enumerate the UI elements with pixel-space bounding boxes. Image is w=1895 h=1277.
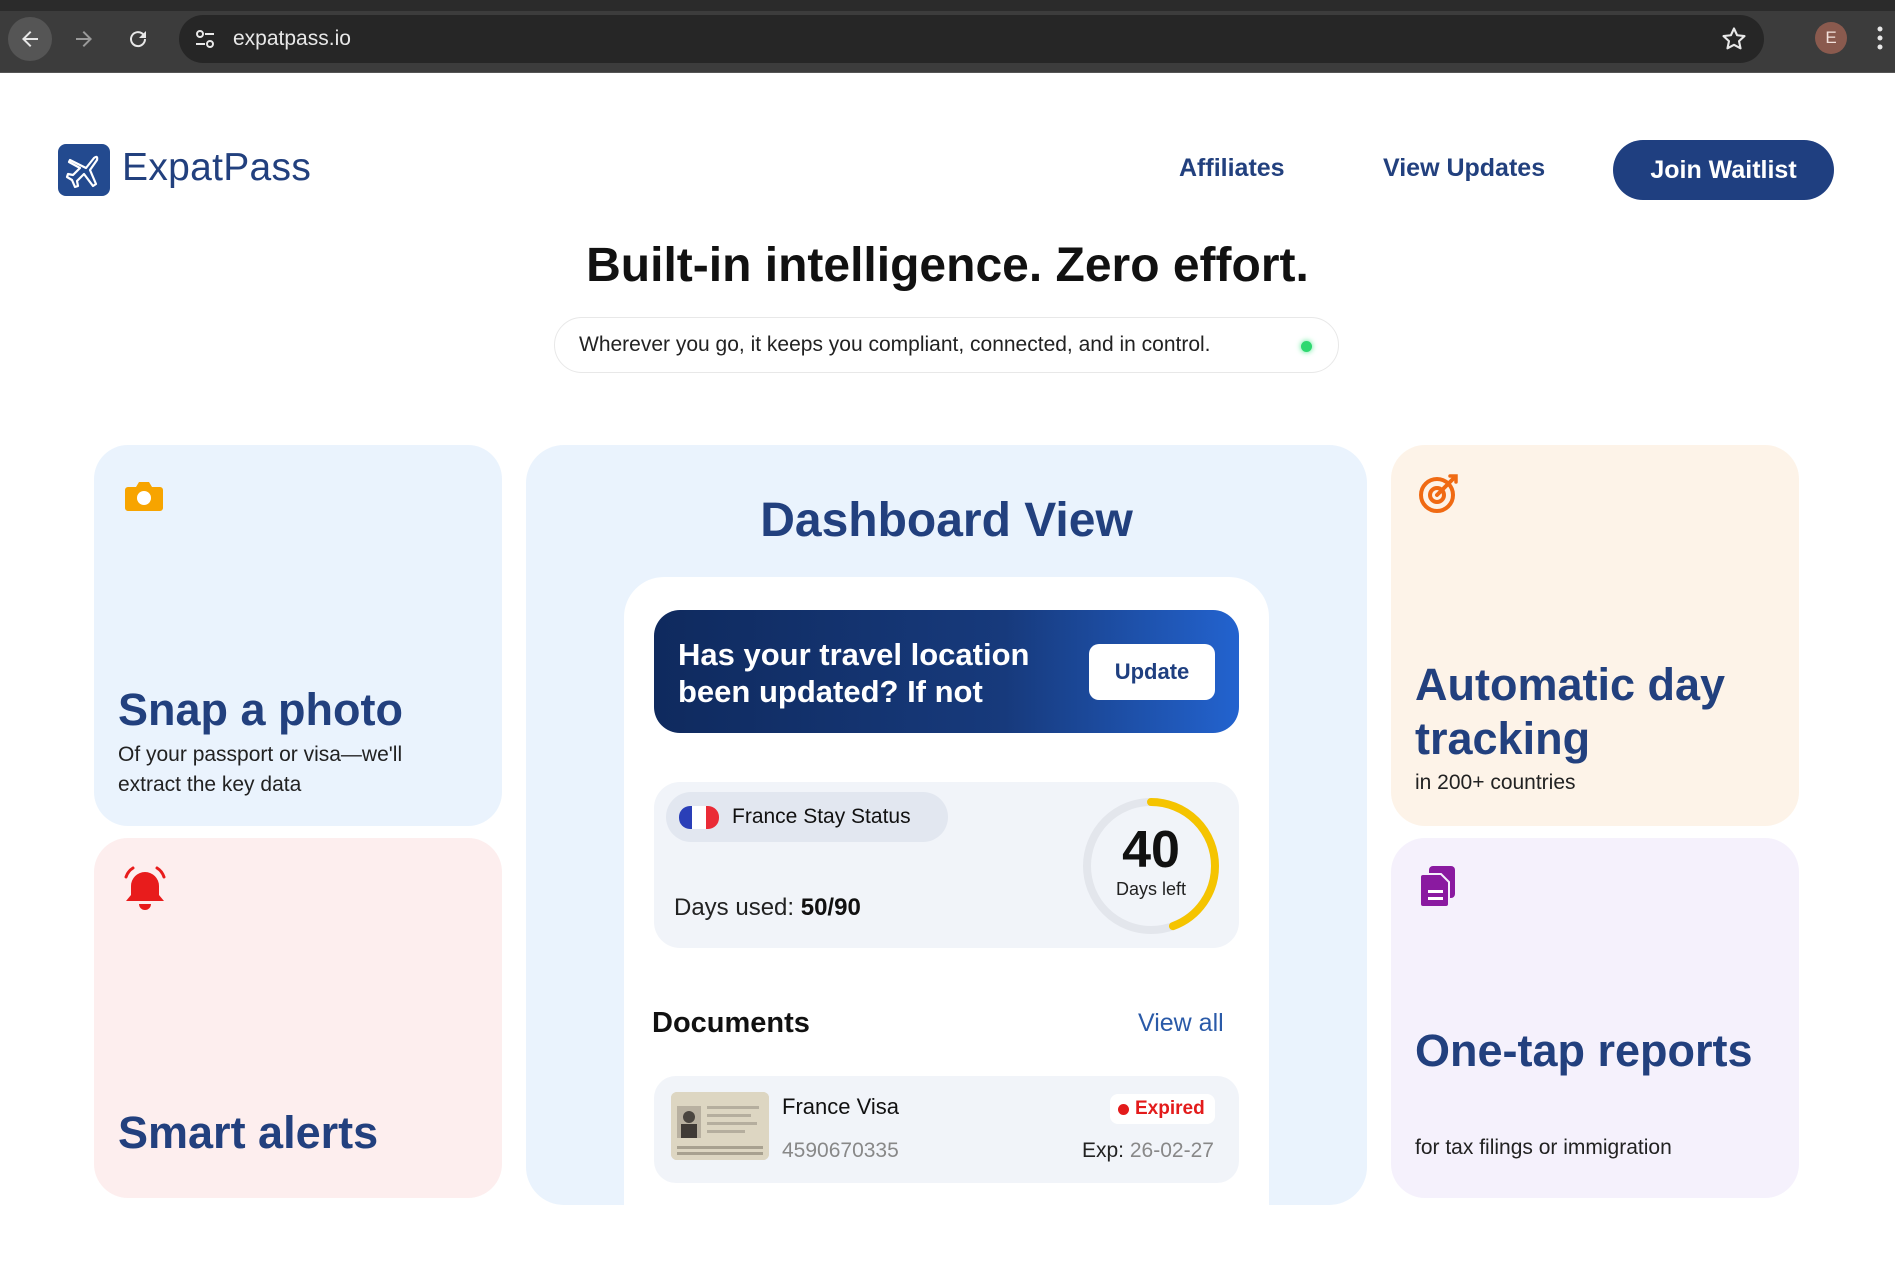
toolbar: expatpass.io E <box>0 11 1895 73</box>
forward-button[interactable] <box>62 17 106 61</box>
banner-text: Has your travel location been updated? I… <box>678 637 1030 709</box>
feature-desc: for tax filings or immigration <box>1415 1136 1672 1159</box>
feature-title: Smart alerts <box>118 1107 379 1158</box>
document-row[interactable]: France Visa 4590670335 Expired Exp: 26-0… <box>654 1076 1239 1183</box>
join-waitlist-button[interactable]: Join Waitlist <box>1613 140 1834 200</box>
document-expiry: Exp: 26-02-27 <box>1082 1139 1214 1163</box>
days-used-value: 50/90 <box>800 894 861 921</box>
profile-avatar[interactable]: E <box>1815 22 1847 54</box>
back-button[interactable] <box>8 17 52 61</box>
days-left-number: 40 <box>1122 821 1180 879</box>
days-used: Days used: 50/90 <box>674 894 861 922</box>
feature-title: Automatic day tracking <box>1415 659 1726 764</box>
stay-status-card: France Stay Status Days used: 50/90 40 D… <box>654 782 1239 948</box>
feature-card-snap: Snap a photo Of your passport or visa—we… <box>94 445 502 826</box>
plane-icon <box>65 155 99 189</box>
feature-desc: in 200+ countries <box>1415 771 1576 794</box>
browser-chrome: expatpass.io E <box>0 0 1895 73</box>
brand-name[interactable]: ExpatPass <box>122 146 311 190</box>
url-text[interactable]: expatpass.io <box>233 27 351 51</box>
feature-card-reports: One-tap reports for tax filings or immig… <box>1391 838 1799 1198</box>
back-icon <box>22 31 38 47</box>
hero-subtitle: Wherever you go, it keeps you compliant,… <box>579 333 1211 356</box>
bell-icon <box>124 866 166 910</box>
document-thumbnail <box>671 1092 769 1160</box>
site-settings-icon[interactable] <box>193 27 217 51</box>
documents-heading: Documents <box>652 1007 810 1039</box>
country-chip: France Stay Status <box>666 792 948 842</box>
target-icon <box>1419 474 1458 513</box>
days-left-label: Days left <box>1115 879 1187 899</box>
feature-desc: Of your passport or visa—we'll extract t… <box>118 743 403 796</box>
document-name: France Visa <box>782 1094 899 1119</box>
phone-mockup: Has your travel location been updated? I… <box>624 577 1269 1277</box>
expiry-label: Exp: <box>1082 1139 1125 1162</box>
status-badge-label: Expired <box>1135 1098 1205 1119</box>
status-dot <box>1301 341 1312 352</box>
location-banner: Has your travel location been updated? I… <box>654 610 1239 733</box>
days-used-label: Days used: <box>674 894 795 921</box>
france-flag-icon <box>679 806 719 829</box>
hero-title: Built-in intelligence. Zero effort. <box>586 239 1309 292</box>
logo[interactable] <box>58 144 110 196</box>
expiry-date: 26-02-27 <box>1129 1139 1214 1162</box>
dashboard-title: Dashboard View <box>760 494 1133 547</box>
status-badge: Expired <box>1110 1094 1215 1124</box>
tab-strip <box>0 0 1895 11</box>
hero-subtitle-pill: Wherever you go, it keeps you compliant,… <box>554 317 1339 373</box>
expired-dot-icon <box>1118 1103 1129 1115</box>
dashboard-card: Dashboard View Has your travel location … <box>526 445 1367 1277</box>
document-icon <box>1419 866 1455 908</box>
feature-card-alerts: Smart alerts <box>94 838 502 1198</box>
reload-icon <box>130 31 147 48</box>
stay-status-label: France Stay Status <box>732 805 911 828</box>
document-number: 4590670335 <box>782 1139 899 1162</box>
forward-icon <box>76 31 92 47</box>
address-bar[interactable]: expatpass.io <box>179 15 1764 63</box>
view-all-link[interactable]: View all <box>1138 1009 1224 1038</box>
nav-view-updates[interactable]: View Updates <box>1383 154 1545 183</box>
reload-button[interactable] <box>116 17 160 61</box>
more-menu-icon[interactable] <box>1876 25 1884 51</box>
feature-title: One-tap reports <box>1415 1025 1753 1076</box>
feature-title: Snap a photo <box>118 684 403 735</box>
feature-card-tracking: Automatic day tracking in 200+ countries <box>1391 445 1799 826</box>
bookmark-star-icon[interactable] <box>1720 25 1748 53</box>
nav-affiliates[interactable]: Affiliates <box>1179 154 1285 183</box>
camera-icon <box>125 482 163 511</box>
update-button[interactable]: Update <box>1089 644 1215 700</box>
